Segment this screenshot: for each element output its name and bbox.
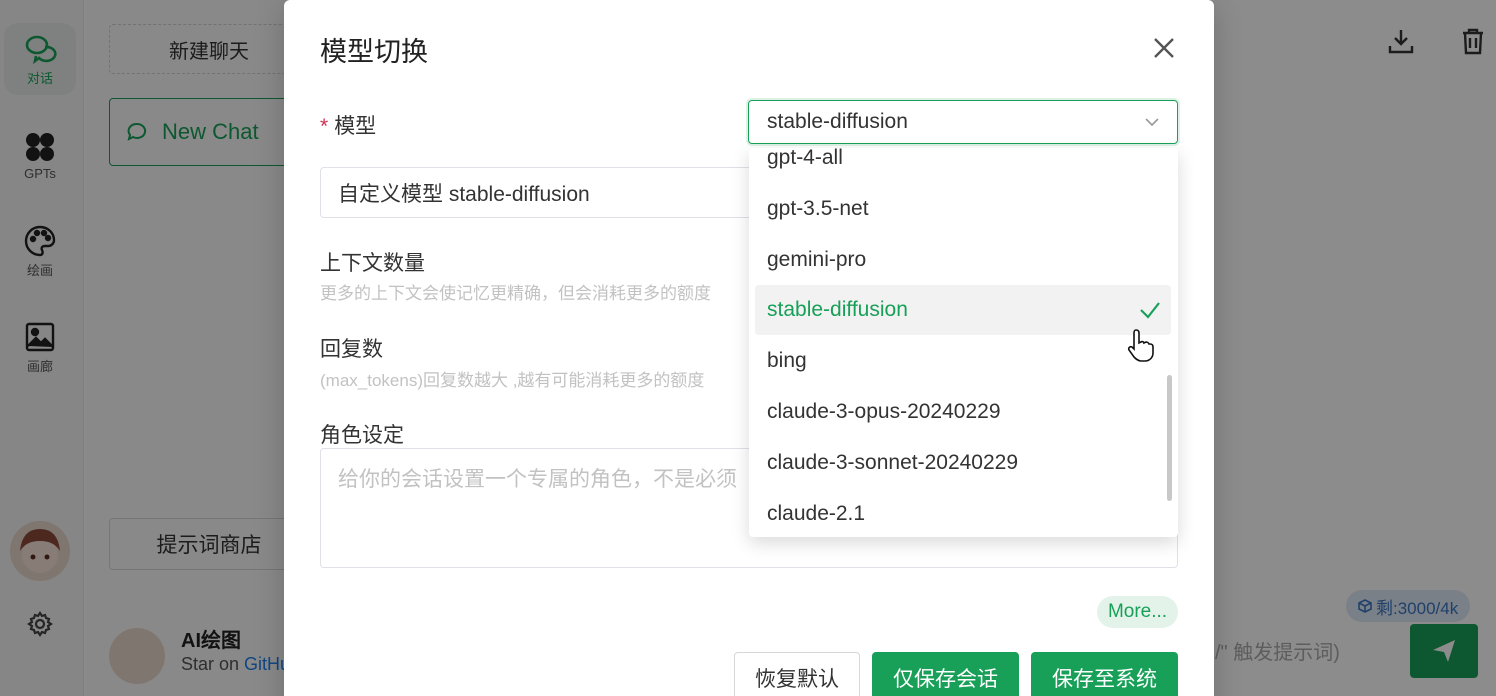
context-count-description: 更多的上下文会使记忆更精确，但会消耗更多的额度 <box>320 284 711 303</box>
dropdown-option[interactable]: claude-2.1 <box>755 489 1171 537</box>
dropdown-scrollbar[interactable] <box>1167 375 1172 501</box>
model-select[interactable]: stable-diffusion <box>748 100 1178 144</box>
chevron-down-icon <box>1145 118 1159 127</box>
dropdown-option[interactable]: claude-3-sonnet-20240229 <box>755 438 1171 488</box>
hand-cursor-icon <box>1127 329 1154 362</box>
reply-count-label: 回复数 <box>320 338 383 361</box>
reply-count-description: (max_tokens)回复数越大 ,越有可能消耗更多的额度 <box>320 371 705 390</box>
model-label: * 模型 <box>320 110 376 140</box>
model-dropdown-menu[interactable]: gpt-4-all gpt-3.5-net gemini-pro stable-… <box>749 148 1178 537</box>
model-label-text: 模型 <box>334 115 377 138</box>
dialog-title: 模型切换 <box>320 37 428 67</box>
dropdown-option[interactable]: gpt-3.5-net <box>755 184 1171 234</box>
required-asterisk: * <box>320 115 329 138</box>
model-select-value: stable-diffusion <box>767 110 908 133</box>
dropdown-option-selected[interactable]: stable-diffusion <box>755 285 1171 335</box>
close-icon[interactable] <box>1150 34 1178 62</box>
dropdown-option-label: stable-diffusion <box>767 298 908 321</box>
checkmark-icon <box>1140 302 1160 319</box>
dropdown-option[interactable]: bing <box>755 336 1171 386</box>
dropdown-option[interactable]: gpt-4-all <box>755 148 1171 183</box>
role-label: 角色设定 <box>320 424 404 447</box>
save-session-button[interactable]: 仅保存会话 <box>872 652 1019 696</box>
more-button[interactable]: More... <box>1097 596 1178 628</box>
save-system-button[interactable]: 保存至系统 <box>1031 652 1178 696</box>
context-count-label: 上下文数量 <box>320 252 425 275</box>
dropdown-option[interactable]: claude-3-opus-20240229 <box>755 387 1171 437</box>
dropdown-option[interactable]: gemini-pro <box>755 235 1171 285</box>
reset-default-button[interactable]: 恢复默认 <box>734 652 860 696</box>
